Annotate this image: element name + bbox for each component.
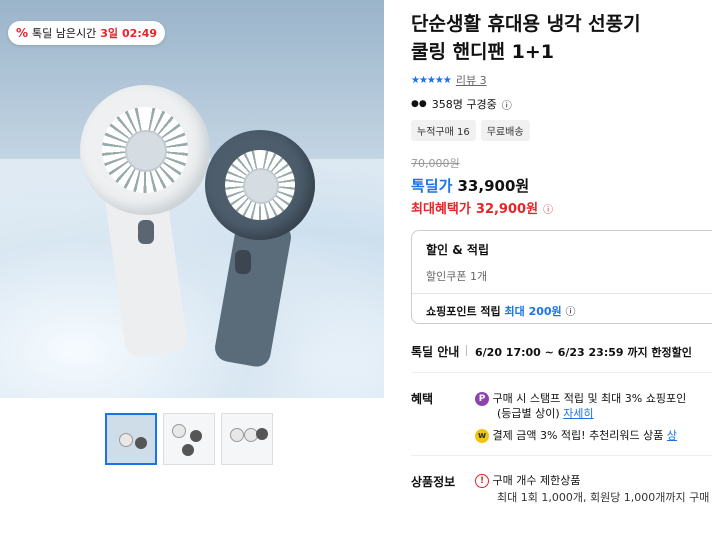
tag-list: 누적구매 16 무료배송 [411,120,712,141]
points-row: 쇼핑포인트 적립 최대 200원 ⓘ [426,303,712,319]
countdown-badge: % 톡딜 남은시간 3일 02:49 [8,21,166,45]
divider [411,455,712,456]
deal-price: 33,900원 [457,177,530,195]
benefit-stamp-note: (등급별 상이) [497,407,560,420]
viewers-count: 358명 구경중 [431,98,497,111]
deal-price-label: 톡딜가 [411,177,453,195]
product-info: 단순생활 휴대용 냉각 선풍기 쿨링 핸디팬 1+1 ★★★★★ 리뷰 3 ●●… [411,10,712,217]
countdown-days: 3일 [100,27,119,40]
divider [412,293,712,294]
info-icon[interactable]: ⓘ [566,307,576,318]
divider [411,372,712,373]
benefit-stamp-row: P 구매 시 스탬프 적립 및 최대 3% 쇼핑포인 [475,390,686,406]
benefit-reward-row: w 결제 금액 3% 적립! 추천리워드 상품 상 [475,427,677,443]
point-icon: P [475,392,489,406]
max-benefit-price: 32,900원 [475,202,539,217]
tag-free-shipping: 무료배송 [480,120,530,141]
product-title-line1: 단순생활 휴대용 냉각 선풍기 [411,13,641,35]
white-fan-illustration [80,85,210,360]
purchase-limit-detail: 최대 1회 1,000개, 회원당 1,000개까지 구매 [497,491,710,504]
max-benefit-label: 최대혜택가 [411,202,471,217]
tag-purchases: 누적구매 16 [411,120,476,141]
divider [466,345,467,356]
countdown-label: 톡딜 남은시간 [32,27,97,40]
thumbnail-3[interactable] [221,413,273,465]
coin-icon: w [475,429,489,443]
info-icon[interactable]: ⓘ [502,97,512,112]
benefit-stamp-detail: (등급별 상이) 자세히 [497,405,594,421]
product-title-line2: 쿨링 핸디팬 1+1 [411,41,554,63]
benefits-box-title: 할인 & 적립 [426,243,489,257]
info-icon[interactable]: ⓘ [543,205,553,216]
purchase-limit-title: 구매 개수 제한상품 [492,474,581,487]
thumbnail-2[interactable] [163,413,215,465]
benefit-detail-link[interactable]: 자세히 [563,407,593,420]
thumbnail-strip [105,413,273,465]
deal-price-row: 톡딜가 33,900원 [411,175,712,196]
deal-info-label: 톡딜 안내 [411,345,460,359]
review-link[interactable]: 리뷰 3 [456,72,487,88]
coupon-count: 할인쿠폰 1개 [426,270,488,283]
points-label: 쇼핑포인트 적립 [426,305,501,318]
benefit-reward-text: 결제 금액 3% 적립! 추천리워드 상품 [492,429,664,442]
purchase-limit-row: ! 구매 개수 제한상품 [475,472,580,488]
benefits-label: 혜택 [411,392,434,406]
rating-row: ★★★★★ 리뷰 3 [411,72,712,88]
benefits-box[interactable]: 할인 & 적립 할인쿠폰 1개 쇼핑포인트 적립 최대 200원 ⓘ [411,230,712,324]
max-benefit-row: 최대혜택가 32,900원 ⓘ [411,198,712,217]
product-title: 단순생활 휴대용 냉각 선풍기 쿨링 핸디팬 1+1 [411,10,712,66]
thumbnail-1[interactable] [105,413,157,465]
points-value: 최대 200원 [504,305,562,318]
product-info-label: 상품정보 [411,475,456,489]
viewers-row: ●● 358명 구경중 ⓘ [411,96,712,112]
discount-icon: % [16,26,29,40]
star-rating-icon: ★★★★★ [411,74,452,86]
eyes-icon: ●● [411,99,427,109]
navy-fan-illustration [205,130,315,370]
deal-info-value: 6/20 17:00 ~ 6/23 23:59 까지 한정할인 [475,346,692,359]
benefit-reward-link[interactable]: 상 [667,429,677,442]
warning-icon: ! [475,474,489,488]
product-main-image[interactable]: % 톡딜 남은시간 3일 02:49 [0,0,384,398]
benefit-stamp-text: 구매 시 스탬프 적립 및 최대 3% 쇼핑포인 [492,392,687,405]
countdown-time: 02:49 [122,26,158,40]
original-price: 70,000원 [411,157,460,170]
